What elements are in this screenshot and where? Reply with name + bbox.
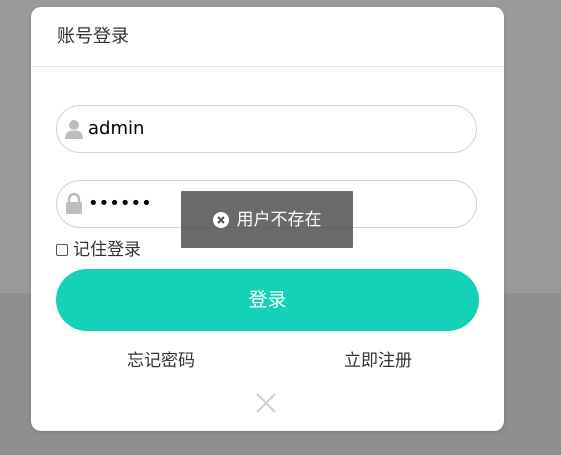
register-link[interactable]: 立即注册 <box>344 350 412 372</box>
password-input[interactable]: •••••• <box>88 181 152 227</box>
remember-checkbox[interactable] <box>56 244 68 256</box>
login-button[interactable]: 登录 <box>56 269 479 331</box>
remember-login[interactable]: 记住登录 <box>56 240 141 260</box>
modal-header: 账号登录 <box>31 7 504 67</box>
lock-icon <box>66 192 82 214</box>
username-input[interactable]: admin <box>88 106 144 152</box>
user-icon <box>65 120 83 139</box>
forgot-password-link[interactable]: 忘记密码 <box>127 350 195 372</box>
username-field[interactable]: admin <box>56 105 477 153</box>
toast-message: 用户不存在 <box>236 209 322 230</box>
close-icon[interactable] <box>255 392 277 414</box>
error-toast: 用户不存在 <box>181 191 353 248</box>
modal-title: 账号登录 <box>57 26 129 47</box>
error-circle-icon <box>212 211 229 228</box>
remember-label: 记住登录 <box>73 240 141 260</box>
